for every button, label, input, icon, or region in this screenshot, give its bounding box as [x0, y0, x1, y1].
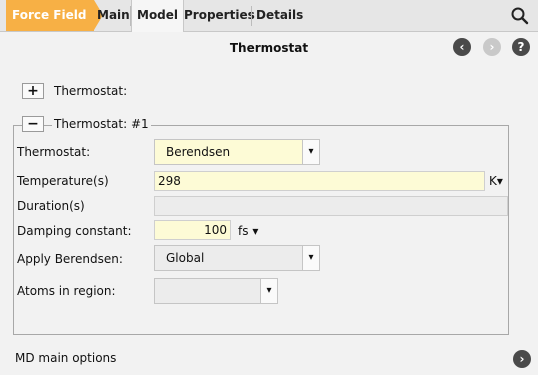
back-icon[interactable]: ‹: [453, 38, 471, 56]
damping-unit-value: fs: [238, 224, 249, 238]
thermostat-type-select[interactable]: Berendsen ▾: [154, 139, 320, 165]
search-icon[interactable]: [510, 6, 530, 26]
md-main-options-forward-icon[interactable]: ›: [513, 350, 531, 368]
add-thermostat-button[interactable]: +: [22, 83, 44, 99]
thermostat-type-value: Berendsen: [166, 145, 231, 159]
tab-model-label: Model: [137, 8, 179, 22]
tab-force-field[interactable]: Force Field: [6, 0, 103, 31]
tab-main-label: Main: [97, 8, 130, 22]
damping-unit-select[interactable]: fs ▾: [238, 224, 258, 238]
apply-berendsen-select[interactable]: Global ▾: [154, 245, 320, 271]
tab-details[interactable]: Details: [256, 0, 303, 31]
apply-berendsen-value: Global: [166, 251, 205, 265]
temperature-input[interactable]: 298: [154, 171, 485, 191]
tab-force-field-label: Force Field: [12, 8, 87, 22]
duration-label: Duration(s): [17, 199, 85, 213]
tab-model[interactable]: Model: [131, 0, 185, 32]
chevron-down-icon: ▾: [302, 140, 319, 164]
tab-details-label: Details: [256, 8, 304, 22]
temperature-unit-select[interactable]: K▾: [489, 174, 503, 188]
tab-separator: [251, 6, 252, 26]
chevron-down-icon: ▾: [252, 224, 259, 238]
remove-thermostat-button[interactable]: −: [22, 116, 44, 132]
chevron-down-icon: ▾: [496, 174, 503, 188]
thermostat-group-label: Thermostat: #1: [52, 117, 151, 131]
damping-constant-input[interactable]: 100: [154, 220, 231, 240]
top-tab-bar: Force Field Main Model Properties Detail…: [0, 0, 538, 32]
atoms-in-region-select[interactable]: ▾: [154, 278, 278, 304]
temperature-unit-value: K: [489, 174, 497, 188]
tab-main[interactable]: Main: [97, 0, 130, 31]
damping-constant-label: Damping constant:: [17, 224, 132, 238]
md-main-options-label: MD main options: [15, 351, 117, 365]
help-icon[interactable]: ?: [512, 38, 530, 56]
chevron-down-icon: ▾: [260, 279, 277, 303]
add-thermostat-label: Thermostat:: [54, 84, 128, 98]
forward-icon: ›: [483, 38, 501, 56]
temperature-label: Temperature(s): [17, 174, 109, 188]
atoms-in-region-label: Atoms in region:: [17, 284, 116, 298]
tab-properties-label: Properties: [184, 8, 255, 22]
chevron-down-icon: ▾: [302, 246, 319, 270]
thermostat-type-label: Thermostat:: [17, 145, 91, 159]
apply-berendsen-label: Apply Berendsen:: [17, 252, 123, 266]
duration-input[interactable]: [154, 196, 508, 216]
tab-properties[interactable]: Properties: [184, 0, 255, 31]
